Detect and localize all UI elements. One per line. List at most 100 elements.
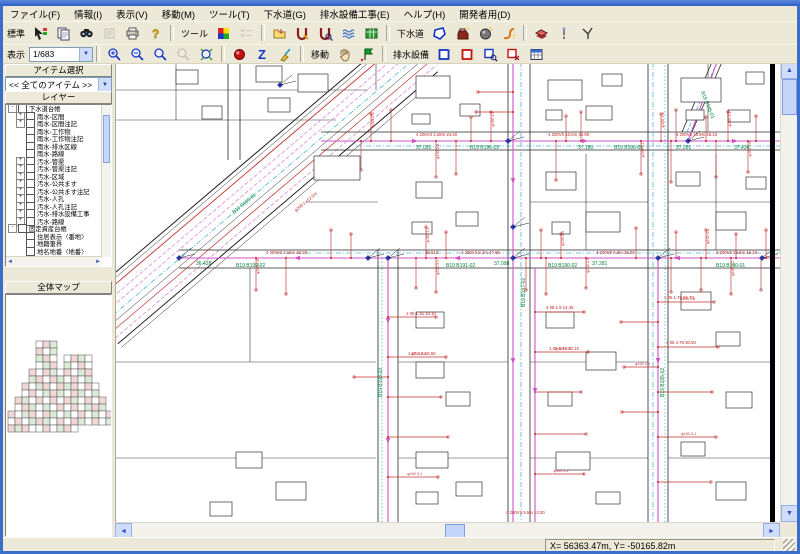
drainage-new-blue-button[interactable] [433, 44, 456, 65]
pipe-jug-button[interactable] [451, 23, 474, 44]
chevron-down-icon[interactable]: ▼ [79, 47, 93, 61]
scroll-down-icon[interactable]: ▼ [781, 505, 798, 522]
window-top-border [0, 0, 800, 6]
svg-text:φ100 3.1: φ100 3.1 [436, 260, 440, 275]
svg-text:4 200V3 10.9m 18.10: 4 200V3 10.9m 18.10 [676, 132, 718, 137]
layer-tree-vscrollbar[interactable] [101, 105, 111, 257]
collapse-icon[interactable]: - [8, 224, 17, 234]
register-edit-button[interactable] [291, 23, 314, 44]
svg-text:φ100 2.5: φ100 2.5 [371, 112, 375, 127]
properties-button[interactable] [98, 23, 121, 44]
toolbar-separator [261, 25, 266, 41]
svg-text:?: ? [152, 27, 159, 41]
item-select-combobox[interactable]: << 全てのアイテム >> ▼ [5, 77, 112, 92]
scroll-up-icon[interactable]: ▲ [781, 62, 798, 79]
zoom-fit-button[interactable] [195, 44, 218, 65]
menu-item[interactable]: 表示(V) [109, 6, 155, 22]
color-palette-button[interactable] [212, 23, 235, 44]
zoom-previous-button[interactable] [172, 44, 195, 65]
red-sphere-button[interactable] [228, 44, 251, 65]
copy-button[interactable] [52, 23, 75, 44]
menu-item[interactable]: ファイル(F) [3, 6, 67, 22]
drainage-delete-button[interactable] [502, 44, 525, 65]
curve-tool-button[interactable] [497, 23, 520, 44]
svg-text:φ100 4.2: φ100 4.2 [554, 469, 569, 473]
print-button[interactable] [121, 23, 144, 44]
branch-tool-button[interactable] [576, 23, 599, 44]
item-select-value: << 全てのアイテム >> [9, 79, 93, 90]
toolbar-separator [386, 25, 391, 41]
menu-item[interactable]: 開発者用(D) [452, 6, 517, 22]
svg-text:φ100 3.1: φ100 3.1 [681, 432, 696, 436]
find-button[interactable] [75, 23, 98, 44]
svg-text:4 200V3 3.28m 24.30: 4 200V3 3.28m 24.30 [416, 132, 458, 137]
map-canvas[interactable]: φ100 2.5 φ100 4.2 φ100 1.8 φ100 3.1 φ100 2.5… [115, 62, 781, 522]
layer-tree-hscrollbar[interactable]: ◄ ► [6, 256, 102, 266]
pan-hand-button[interactable] [333, 44, 356, 65]
zoom-out-button[interactable] [126, 44, 149, 65]
svg-text:φ100 3.1: φ100 3.1 [407, 472, 422, 476]
zoom-in-button[interactable] [103, 44, 126, 65]
z-order-button[interactable]: Z [251, 44, 274, 65]
expand-icon[interactable]: + [16, 119, 25, 129]
menu-bar: ファイル(F) 情報(I) 表示(V) 移動(M) ツール(T) 下水道(G) 排水設備工事… [3, 6, 797, 21]
menu-item[interactable]: 排水設備工事(E) [313, 6, 397, 22]
menu-item[interactable]: ツール(T) [202, 6, 257, 22]
svg-text:φ100 3.1: φ100 3.1 [426, 227, 430, 242]
svg-text:B19 B196-02: B19 B196-02 [470, 145, 499, 151]
section-polygon-button[interactable] [428, 23, 451, 44]
map-vertical-scrollbar[interactable]: ▲ ▼ [780, 62, 798, 522]
drainage-table-button[interactable] [525, 44, 548, 65]
weir-levels-button[interactable] [337, 23, 360, 44]
svg-text:Z: Z [258, 47, 266, 62]
svg-text:1 05 1.35 18.10: 1 05 1.35 18.10 [406, 311, 436, 316]
toolbar-drainage-label: 排水設備 [393, 49, 430, 60]
manhole-sphere-button[interactable] [474, 23, 497, 44]
zoom-window-button[interactable] [149, 44, 172, 65]
scroll-right-icon[interactable]: ► [95, 259, 101, 265]
layers-stack-button[interactable] [530, 23, 553, 44]
menu-item[interactable]: 下水道(G) [257, 6, 313, 22]
toolbar-view: 表示 1/683 ▼ Z 移動 排水設備 [3, 44, 797, 64]
svg-text:B19 B199-02: B19 B199-02 [236, 263, 265, 269]
toolbar-tools-label: ツール [181, 28, 209, 39]
overview-map[interactable] [5, 294, 112, 537]
item-list-button[interactable] [235, 23, 258, 44]
scroll-left-icon[interactable]: ◄ [7, 259, 13, 265]
chevron-down-icon[interactable]: ▼ [98, 78, 111, 91]
svg-text:φ100 2.5: φ100 2.5 [561, 231, 565, 246]
register-search-button[interactable] [314, 23, 337, 44]
scale-combobox[interactable]: 1/683 ▼ [29, 46, 94, 62]
menu-item[interactable]: 情報(I) [67, 6, 109, 22]
svg-text:φ100 2.5: φ100 2.5 [436, 144, 440, 159]
jump-flag-button[interactable] [356, 44, 379, 65]
svg-text:4 200V3 5.5m 12.00: 4 200V3 5.5m 12.00 [506, 510, 545, 515]
menu-item[interactable]: 移動(M) [155, 6, 202, 22]
svg-text:B19 B198-03: B19 B198-03 [378, 368, 384, 397]
toolbar-sewer-label: 下水道 [397, 28, 425, 39]
sidebar: アイテム選択 << 全てのアイテム >> ▼ レイヤー - 下水道台帳 + 雨水-区間… [3, 62, 115, 537]
drainage-new-red-button[interactable] [456, 44, 479, 65]
help-button[interactable]: ? [144, 23, 167, 44]
svg-text:φ100 4.2: φ100 4.2 [491, 111, 495, 126]
menu-item[interactable]: ヘルプ(H) [397, 6, 453, 22]
layer-checkbox[interactable] [26, 246, 35, 256]
pin-tool-button[interactable] [553, 23, 576, 44]
green-table-button[interactable] [360, 23, 383, 44]
redraw-broom-button[interactable] [274, 44, 297, 65]
svg-text:B19 B196-01: B19 B196-01 [614, 145, 643, 151]
svg-text:37.098: 37.098 [494, 261, 510, 267]
layer-label: 地名地番〈地番〉 [37, 248, 88, 256]
resize-grip[interactable] [783, 539, 795, 551]
svg-text:B19 B195-02: B19 B195-02 [660, 368, 666, 397]
map-horizontal-scrollbar[interactable]: ◄ ► [115, 522, 780, 540]
toolbar-separator [221, 46, 226, 62]
layer-tree-item[interactable]: 地名地番〈地番〉 [6, 246, 102, 256]
item-select-header: アイテム選択 [5, 64, 112, 77]
folder-output-button[interactable] [268, 23, 291, 44]
drainage-search-button[interactable] [479, 44, 502, 65]
svg-text:B19 B191-02: B19 B191-02 [446, 263, 475, 269]
overview-header: 全体マップ [5, 281, 112, 294]
svg-text:1 05 5.15 20.10: 1 05 5.15 20.10 [549, 346, 579, 351]
select-tool-button[interactable] [29, 23, 52, 44]
